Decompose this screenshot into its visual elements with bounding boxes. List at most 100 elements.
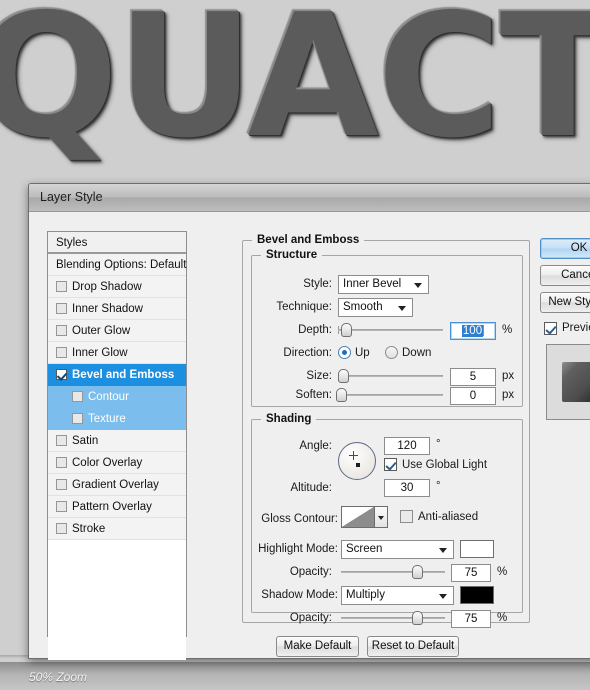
sidebar-item-inner-shadow[interactable]: Inner Shadow bbox=[48, 298, 186, 320]
shadow-mode-select[interactable]: Multiply bbox=[341, 586, 454, 605]
sidebar-item-satin[interactable]: Satin bbox=[48, 430, 186, 452]
highlight-opacity-thumb[interactable] bbox=[412, 565, 423, 579]
sidebar-item-blending-options[interactable]: Blending Options: Default bbox=[48, 254, 186, 276]
chevron-down-icon bbox=[378, 516, 384, 520]
highlight-color-swatch[interactable] bbox=[460, 540, 494, 558]
direction-up-radio[interactable] bbox=[338, 346, 351, 359]
soften-slider-thumb[interactable] bbox=[336, 388, 347, 402]
sidebar-item-label: Color Overlay bbox=[72, 457, 143, 469]
sidebar-item-bevel-and-emboss[interactable]: Bevel and Emboss bbox=[48, 364, 186, 386]
angle-input[interactable]: 120 bbox=[384, 437, 430, 455]
depth-slider[interactable] bbox=[338, 323, 443, 337]
sidebar-item-texture[interactable]: Texture bbox=[48, 408, 186, 430]
technique-select[interactable]: Smooth bbox=[338, 298, 413, 317]
size-slider-thumb[interactable] bbox=[338, 369, 349, 383]
sidebar-item-label: Inner Glow bbox=[72, 347, 128, 359]
gloss-contour-preview[interactable] bbox=[341, 506, 375, 528]
altitude-input-value: 30 bbox=[400, 482, 414, 494]
depth-unit: % bbox=[502, 324, 513, 336]
style-enable-checkbox[interactable] bbox=[56, 347, 67, 358]
highlight-mode-select[interactable]: Screen bbox=[341, 540, 454, 559]
altitude-input[interactable]: 30 bbox=[384, 479, 430, 497]
angle-unit: ° bbox=[436, 438, 441, 450]
bevel-and-emboss-group: Bevel and Emboss Structure Style: Inner … bbox=[242, 234, 530, 628]
soften-slider[interactable] bbox=[336, 388, 443, 402]
preview-label: Preview bbox=[562, 322, 590, 334]
sidebar-item-stroke[interactable]: Stroke bbox=[48, 518, 186, 540]
size-input[interactable]: 5 bbox=[450, 368, 496, 386]
ok-button[interactable]: OK bbox=[540, 238, 590, 259]
use-global-light-label: Use Global Light bbox=[402, 459, 488, 471]
use-global-light-checkbox[interactable] bbox=[384, 458, 397, 471]
highlight-opacity-slider[interactable] bbox=[341, 565, 445, 579]
size-slider-track bbox=[338, 375, 443, 377]
style-select[interactable]: Inner Bevel bbox=[338, 275, 429, 294]
direction-label: Direction: bbox=[283, 347, 332, 359]
sidebar-item-drop-shadow[interactable]: Drop Shadow bbox=[48, 276, 186, 298]
direction-down-radio[interactable] bbox=[385, 346, 398, 359]
new-style-button[interactable]: New Style... bbox=[540, 292, 590, 313]
anti-aliased-checkbox[interactable] bbox=[400, 510, 413, 523]
soften-slider-track bbox=[338, 394, 443, 396]
sidebar-item-gradient-overlay[interactable]: Gradient Overlay bbox=[48, 474, 186, 496]
shadow-opacity-label-wrap: Opacity: bbox=[252, 610, 332, 630]
soften-label: Soften: bbox=[295, 389, 332, 401]
depth-input[interactable]: 100 bbox=[450, 322, 496, 340]
shadow-opacity-unit: % bbox=[497, 612, 508, 624]
style-preview-thumbnail bbox=[562, 362, 590, 402]
shadow-color-swatch[interactable] bbox=[460, 586, 494, 604]
direction-label-wrap: Direction: bbox=[252, 345, 332, 365]
style-enable-checkbox[interactable] bbox=[72, 413, 83, 424]
direction-up-label: Up bbox=[355, 347, 370, 359]
style-enable-checkbox[interactable] bbox=[56, 325, 67, 336]
text-caret bbox=[483, 325, 485, 336]
blending-options-label: Blending Options: Default bbox=[56, 259, 187, 271]
angle-dial-center-dot bbox=[356, 463, 360, 467]
highlight-opacity-input[interactable]: 75 bbox=[451, 564, 491, 582]
altitude-unit: ° bbox=[436, 480, 441, 492]
bevel-group-title: Bevel and Emboss bbox=[252, 234, 365, 246]
depth-label-wrap: Depth: bbox=[252, 322, 332, 342]
sidebar-item-label: Inner Shadow bbox=[72, 303, 143, 315]
size-slider[interactable] bbox=[338, 369, 443, 383]
style-enable-checkbox[interactable] bbox=[56, 457, 67, 468]
depth-slider-thumb[interactable] bbox=[341, 323, 352, 337]
sidebar-item-pattern-overlay[interactable]: Pattern Overlay bbox=[48, 496, 186, 518]
style-enable-checkbox[interactable] bbox=[56, 369, 67, 380]
sidebar-item-color-overlay[interactable]: Color Overlay bbox=[48, 452, 186, 474]
styles-list[interactable]: Styles Blending Options: Default Drop Sh… bbox=[47, 231, 187, 660]
shadow-opacity-slider[interactable] bbox=[341, 611, 445, 625]
shadow-opacity-thumb[interactable] bbox=[412, 611, 423, 625]
sidebar-item-contour[interactable]: Contour bbox=[48, 386, 186, 408]
soften-label-wrap: Soften: bbox=[252, 387, 332, 407]
highlight-mode-value: Screen bbox=[346, 543, 383, 555]
reset-to-default-button[interactable]: Reset to Default bbox=[367, 636, 459, 657]
angle-dial-wrap[interactable] bbox=[338, 442, 376, 480]
style-enable-checkbox[interactable] bbox=[56, 281, 67, 292]
shadow-mode-value: Multiply bbox=[346, 589, 385, 601]
soften-input[interactable]: 0 bbox=[450, 387, 496, 405]
size-unit: px bbox=[502, 370, 515, 382]
structure-group: Structure Style: Inner Bevel Technique: … bbox=[251, 249, 523, 407]
dialog-titlebar[interactable]: Layer Style bbox=[29, 184, 590, 212]
sidebar-item-label: Contour bbox=[88, 391, 129, 403]
highlight-mode-label: Highlight Mode: bbox=[258, 543, 338, 555]
cancel-button[interactable]: Cancel bbox=[540, 265, 590, 286]
sidebar-item-outer-glow[interactable]: Outer Glow bbox=[48, 320, 186, 342]
gloss-contour-dropdown-button[interactable] bbox=[375, 506, 388, 528]
style-enable-checkbox[interactable] bbox=[56, 479, 67, 490]
sidebar-item-inner-glow[interactable]: Inner Glow bbox=[48, 342, 186, 364]
make-default-button[interactable]: Make Default bbox=[276, 636, 359, 657]
preview-checkbox[interactable] bbox=[544, 322, 557, 335]
angle-dial[interactable] bbox=[338, 442, 376, 480]
style-enable-checkbox[interactable] bbox=[56, 435, 67, 446]
highlight-opacity-label: Opacity: bbox=[289, 566, 332, 578]
style-enable-checkbox[interactable] bbox=[56, 523, 67, 534]
shadow-opacity-input[interactable]: 75 bbox=[451, 610, 491, 628]
style-enable-checkbox[interactable] bbox=[72, 391, 83, 402]
layer-style-dialog: Layer Style Styles Blending Options: Def… bbox=[28, 183, 590, 660]
style-enable-checkbox[interactable] bbox=[56, 501, 67, 512]
shadow-opacity-track bbox=[341, 617, 445, 619]
depth-slider-track bbox=[338, 329, 443, 331]
style-enable-checkbox[interactable] bbox=[56, 303, 67, 314]
